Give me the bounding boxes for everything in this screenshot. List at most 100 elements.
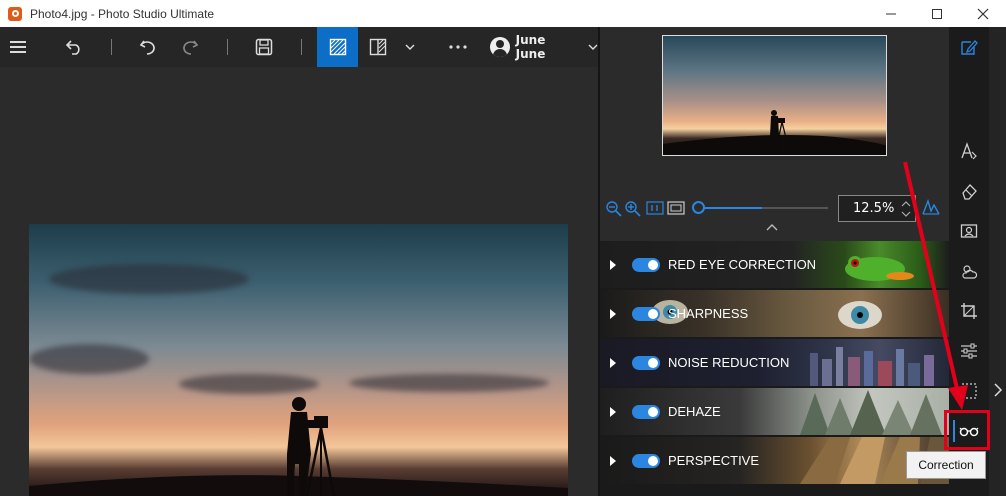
histogram-button[interactable]	[922, 197, 940, 218]
undo-button[interactable]	[132, 27, 164, 67]
navigator-thumbnail[interactable]	[662, 35, 887, 156]
edit-icon	[961, 40, 978, 55]
actual-size-button[interactable]	[646, 201, 664, 218]
chevron-down-icon	[405, 44, 415, 50]
compare-view-button[interactable]	[362, 27, 394, 67]
zoom-in-icon	[625, 201, 641, 217]
more-button[interactable]	[442, 27, 474, 67]
adjust-button[interactable]	[957, 339, 981, 363]
chevron-down-icon	[588, 44, 598, 50]
toolbar-separator	[227, 39, 228, 55]
text-button[interactable]	[957, 139, 981, 163]
expand-arrow-icon[interactable]	[610, 455, 616, 466]
toolbar-separator	[301, 39, 302, 55]
app-window: Photo4.jpg - Photo Studio Ultimate June …	[0, 0, 1006, 496]
correction-label: SHARPNESS	[668, 306, 749, 321]
thumbnail-silhouette	[663, 110, 886, 155]
back-arrow-icon	[65, 40, 80, 55]
minimize-icon	[886, 13, 896, 14]
histogram-icon	[922, 198, 940, 215]
user-name: June June	[515, 33, 546, 61]
toolbar-separator	[111, 39, 112, 55]
red-eye-toggle[interactable]	[632, 257, 660, 272]
crop-icon	[961, 303, 977, 319]
actual-size-icon	[646, 201, 664, 215]
weather-button[interactable]	[957, 259, 981, 283]
correction-label: PERSPECTIVE	[668, 453, 760, 468]
selection-button[interactable]	[957, 379, 981, 403]
sharpness-toggle[interactable]	[632, 306, 660, 321]
perspective-toggle[interactable]	[632, 453, 660, 468]
close-icon	[977, 8, 989, 19]
main-toolbar: June June	[0, 27, 598, 67]
undo-icon	[139, 40, 155, 55]
expand-arrow-icon[interactable]	[610, 259, 616, 270]
preview-panel: 12.5%	[600, 27, 949, 241]
zoom-out-icon	[606, 201, 622, 217]
collapse-button[interactable]	[766, 223, 778, 234]
split-view-icon	[369, 38, 387, 56]
view-dropdown-button[interactable]	[400, 27, 420, 67]
maximize-button[interactable]	[914, 0, 960, 27]
avatar	[490, 37, 510, 57]
selection-icon	[961, 383, 977, 399]
more-icon	[449, 45, 467, 49]
back-button[interactable]	[58, 27, 90, 67]
portrait-icon	[960, 224, 978, 238]
weather-icon	[962, 265, 978, 279]
redo-icon	[183, 40, 199, 55]
correction-row-red-eye[interactable]: RED EYE CORRECTION	[600, 241, 949, 288]
chevron-up-icon	[766, 224, 778, 231]
collapse-panel-button[interactable]	[993, 382, 1003, 402]
correction-row-dehaze[interactable]: DEHAZE	[600, 388, 949, 435]
crop-button[interactable]	[957, 299, 981, 323]
window-title: Photo4.jpg - Photo Studio Ultimate	[30, 6, 215, 21]
chevron-right-icon	[994, 383, 1003, 397]
eraser-icon	[962, 184, 977, 200]
expand-arrow-icon[interactable]	[610, 406, 616, 417]
maximize-icon	[932, 8, 942, 19]
zoom-out-button[interactable]	[606, 201, 622, 220]
adjust-icon	[961, 343, 977, 359]
edit-button[interactable]	[957, 35, 981, 59]
expand-arrow-icon[interactable]	[610, 308, 616, 319]
correction-label: RED EYE CORRECTION	[668, 257, 817, 272]
save-button[interactable]	[248, 27, 280, 67]
panel-collapse-strip[interactable]	[989, 27, 1006, 496]
text-icon	[961, 142, 977, 160]
single-view-button[interactable]	[317, 27, 358, 67]
minimize-button[interactable]	[868, 0, 914, 27]
user-menu[interactable]: June June	[490, 27, 598, 67]
image-canvas[interactable]	[0, 67, 598, 496]
correction-row-perspective[interactable]: PERSPECTIVE	[600, 437, 949, 484]
fit-screen-button[interactable]	[667, 201, 685, 218]
zoom-controls: 12.5%	[600, 195, 949, 222]
zoom-value-input[interactable]: 12.5%	[838, 195, 916, 222]
menu-button[interactable]	[0, 27, 36, 67]
hamburger-icon	[10, 41, 26, 53]
eraser-button[interactable]	[957, 179, 981, 203]
zoom-slider-handle[interactable]	[692, 201, 705, 214]
close-button[interactable]	[960, 0, 1006, 27]
zoom-slider-fill	[698, 207, 762, 209]
single-view-icon	[329, 38, 346, 56]
zoom-spinner-icon[interactable]	[901, 199, 911, 219]
correction-row-sharpness[interactable]: SHARPNESS	[600, 290, 949, 337]
correction-label: DEHAZE	[668, 404, 721, 419]
expand-arrow-icon[interactable]	[610, 357, 616, 368]
redo-button[interactable]	[174, 27, 206, 67]
noise-reduction-toggle[interactable]	[632, 355, 660, 370]
save-icon	[255, 38, 273, 56]
app-logo-icon	[8, 6, 22, 21]
correction-tooltip: Correction	[906, 451, 986, 479]
title-bar: Photo4.jpg - Photo Studio Ultimate	[0, 0, 1006, 27]
main-photo	[29, 224, 568, 496]
zoom-in-button[interactable]	[625, 201, 641, 220]
fit-screen-icon	[667, 201, 685, 215]
corrections-list: RED EYE CORRECTION SHARPNESS NOISE REDUC…	[600, 241, 949, 496]
correction-row-noise-reduction[interactable]: NOISE REDUCTION	[600, 339, 949, 386]
portrait-button[interactable]	[957, 219, 981, 243]
correction-label: NOISE REDUCTION	[668, 355, 790, 370]
highlight-box	[944, 410, 990, 450]
dehaze-toggle[interactable]	[632, 404, 660, 419]
